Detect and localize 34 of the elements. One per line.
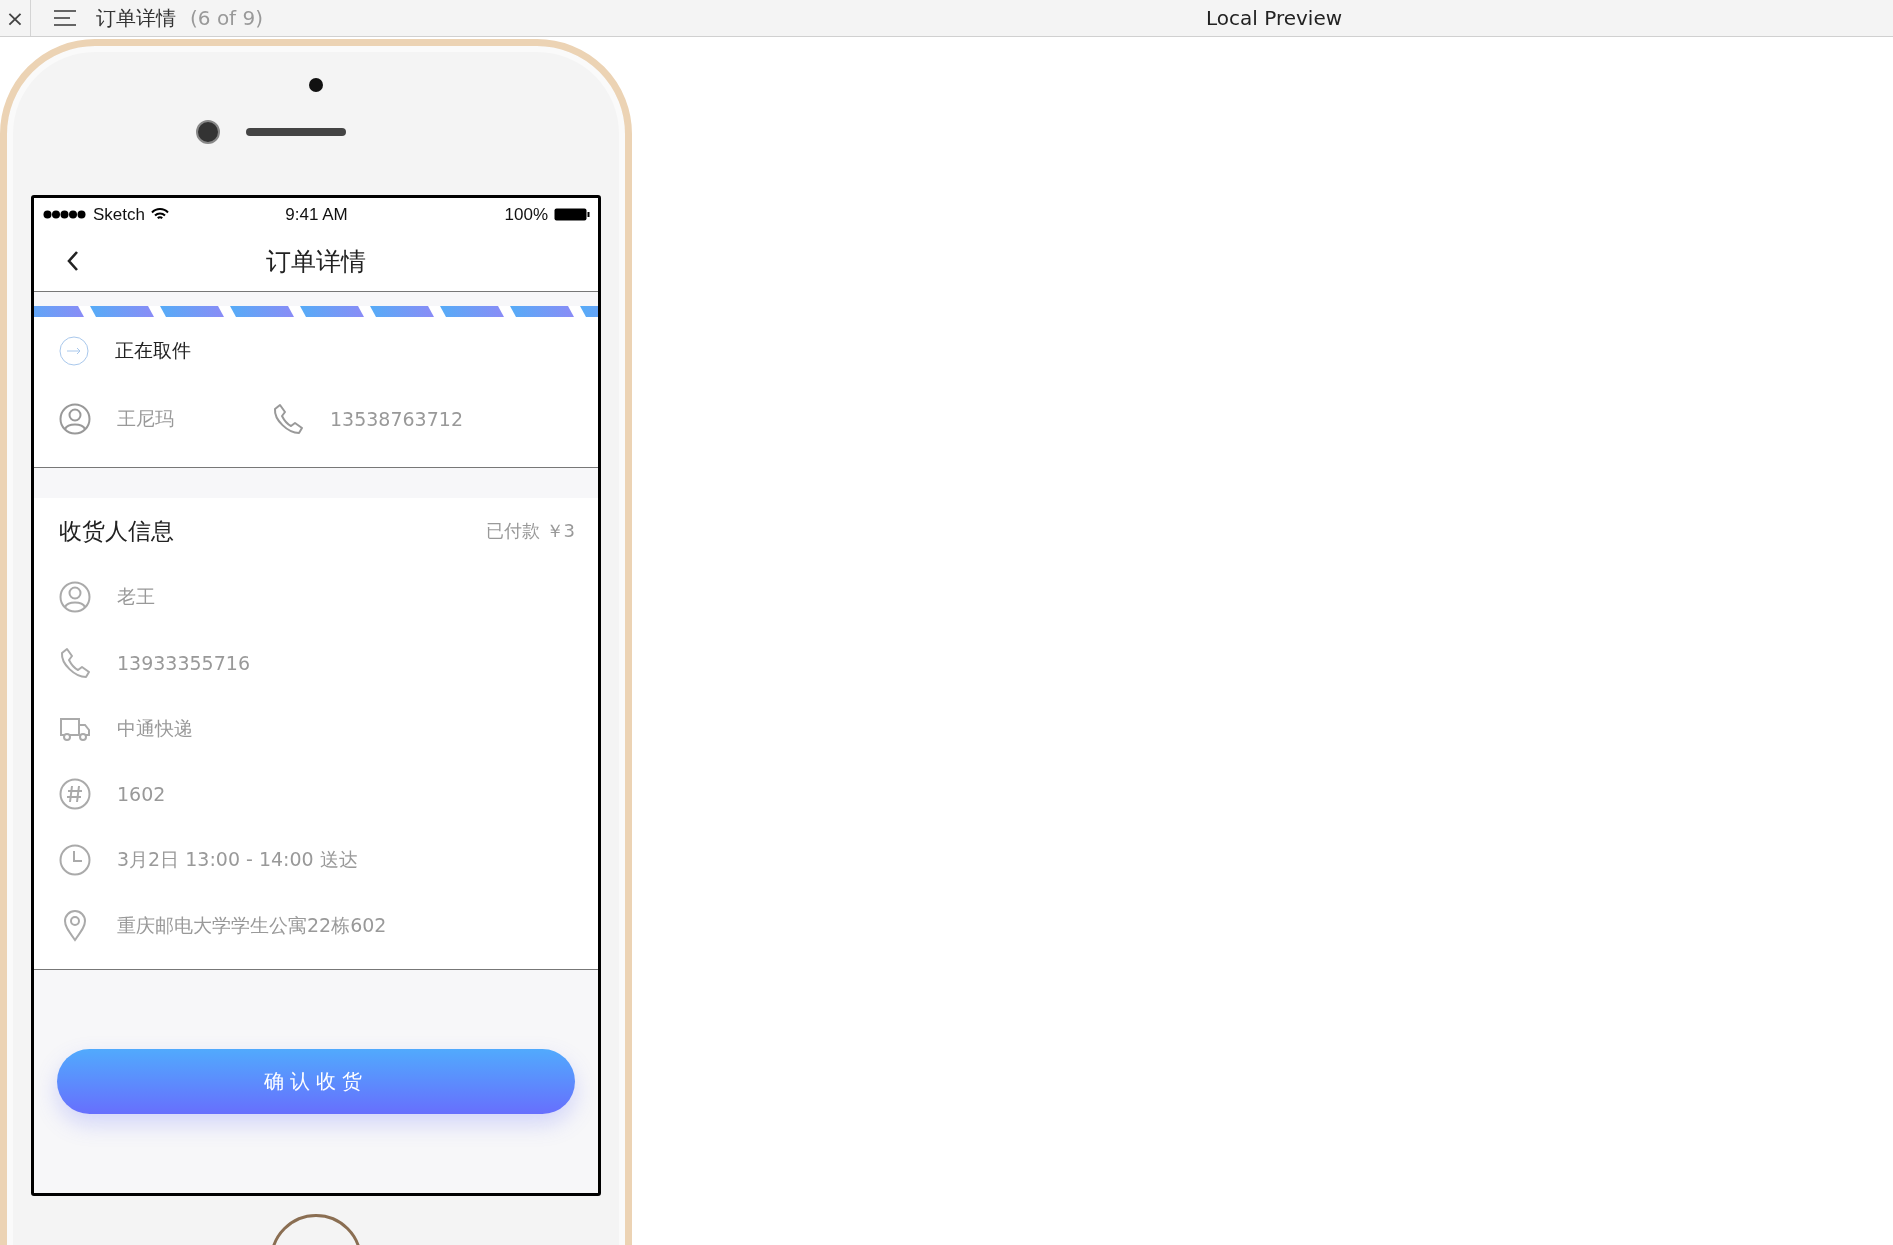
speaker-icon <box>246 128 346 136</box>
carrier-label: Sketch <box>93 204 145 225</box>
sensor-icon <box>309 78 323 92</box>
recipient-detail: 重庆邮电大学学生公寓22栋602 <box>117 913 387 939</box>
courier-phone: 13538763712 <box>330 408 463 431</box>
recipient-detail: 老王 <box>117 584 155 610</box>
camera-icon <box>196 120 220 144</box>
screen-title: 订单详情 <box>266 245 366 278</box>
back-icon[interactable] <box>66 250 80 273</box>
phone-icon <box>272 403 304 436</box>
person-icon <box>59 581 91 614</box>
wifi-icon <box>151 208 169 222</box>
clock-icon <box>59 844 91 877</box>
battery-percent: 100% <box>504 204 548 225</box>
clock-time: 9:41 AM <box>285 204 348 225</box>
recipient-detail: 1602 <box>117 783 166 806</box>
hash-icon <box>59 778 91 811</box>
close-button[interactable]: × <box>0 5 30 31</box>
recipient-detail: 3月2日 13:00 - 14:00 送达 <box>117 847 358 873</box>
arrow-circle-icon <box>59 336 89 367</box>
recipient-detail: 13933355716 <box>117 651 250 674</box>
preview-title: Local Preview <box>1206 6 1343 30</box>
person-icon <box>59 403 91 436</box>
document-title: 订单详情 <box>96 4 176 32</box>
recipient-detail: 中通快递 <box>117 715 193 741</box>
phone-icon <box>59 646 91 679</box>
page-counter: (6 of 9) <box>190 6 264 30</box>
courier-name: 王尼玛 <box>117 406 175 432</box>
pickup-status: 正在取件 <box>115 338 191 364</box>
menu-icon[interactable] <box>54 9 76 27</box>
payment-status: 已付款 ￥3 <box>485 519 575 544</box>
battery-icon <box>554 208 590 222</box>
section-title: 收货人信息 <box>59 516 174 546</box>
signal-icon <box>43 210 87 220</box>
